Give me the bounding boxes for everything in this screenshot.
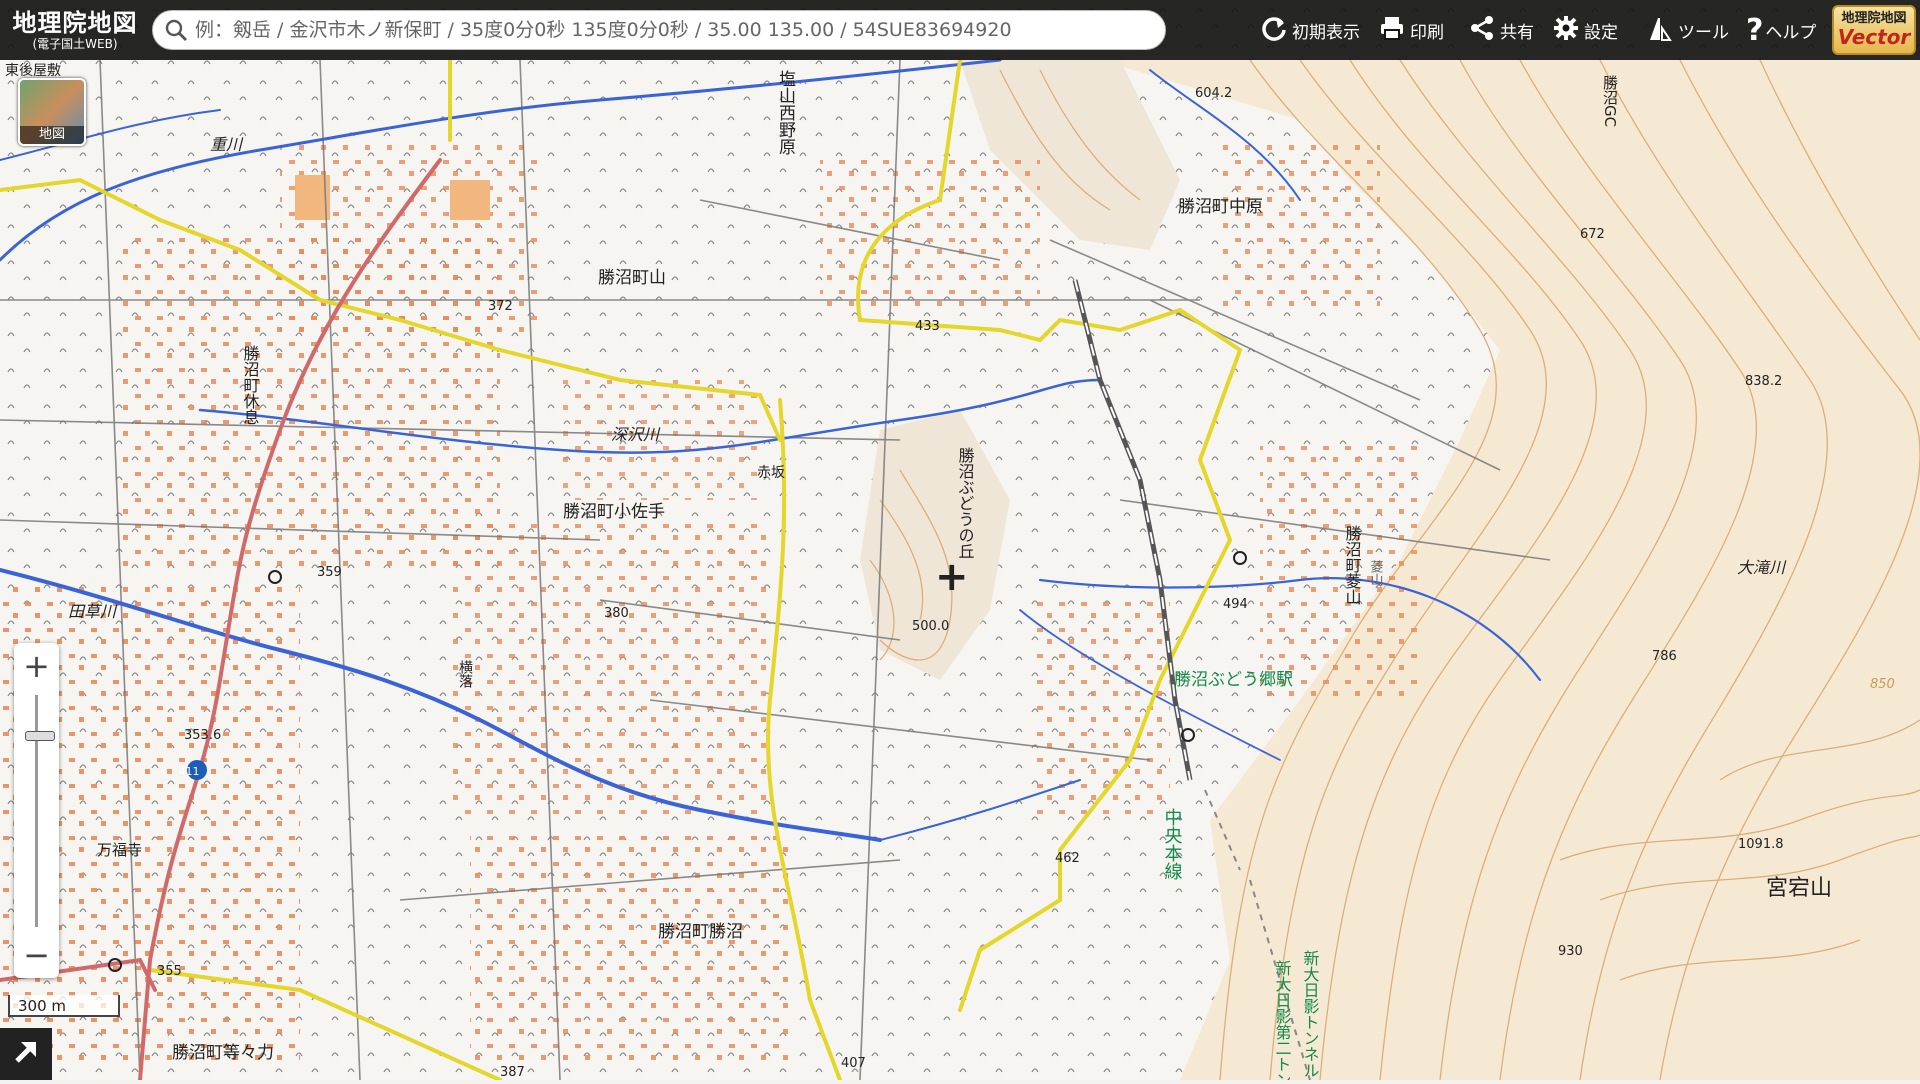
elevation-label: 500.0 xyxy=(912,619,949,634)
elevation-label: 850 xyxy=(1870,677,1895,692)
railway-label: 中央本線 xyxy=(1162,808,1183,880)
share-label: 共有 xyxy=(1500,22,1534,43)
place-label: 塩山西野原 xyxy=(775,70,796,155)
elevation-label: 672 xyxy=(1580,227,1605,242)
layer-label: 地図 xyxy=(20,126,84,144)
logo-subtitle: (電子国土WEB) xyxy=(32,36,118,51)
place-label: 赤坂 xyxy=(757,465,785,481)
expand-panel-button[interactable] xyxy=(0,1028,52,1080)
place-label: 勝沼町菱山 xyxy=(1343,525,1362,605)
elevation-label: 387 xyxy=(500,1065,525,1080)
refresh-icon xyxy=(1260,14,1292,47)
print-label: 印刷 xyxy=(1410,22,1444,43)
elevation-label: 407 xyxy=(841,1056,866,1071)
place-label: 横落 xyxy=(457,660,473,688)
share-icon xyxy=(1468,14,1500,47)
zoom-slider-handle[interactable] xyxy=(25,731,55,741)
elevation-label: 494 xyxy=(1223,597,1248,612)
zoom-in-button[interactable]: + xyxy=(14,645,59,687)
print-button[interactable]: 印刷 xyxy=(1378,6,1444,54)
zoom-control: + − xyxy=(14,643,59,978)
search-icon[interactable] xyxy=(159,13,193,47)
place-label: 宮宕山 xyxy=(1766,876,1832,901)
river-label: 重川 xyxy=(210,135,244,154)
elevation-label: 359 xyxy=(317,565,342,580)
route-number-label: 411 xyxy=(179,765,200,778)
gear-icon xyxy=(1552,14,1584,47)
arrow-up-right-icon xyxy=(11,1037,41,1071)
reset-view-button[interactable]: 初期表示 xyxy=(1260,6,1360,54)
tools-label: ツール xyxy=(1678,22,1729,43)
layer-select-button[interactable]: 地図 xyxy=(18,78,86,146)
svg-text:+: + xyxy=(935,554,969,600)
elevation-label: 838.2 xyxy=(1745,374,1782,389)
search-box[interactable] xyxy=(152,10,1166,50)
tools-button[interactable]: ツール xyxy=(1646,6,1729,54)
tools-icon xyxy=(1646,14,1678,47)
search-input[interactable] xyxy=(193,18,1137,42)
place-label: 勝沼町勝沼 xyxy=(658,922,743,942)
place-label: 勝沼町小佐手 xyxy=(563,502,665,522)
place-label: 勝沼町休息 xyxy=(241,345,260,425)
help-label: ヘルプ xyxy=(1765,22,1817,43)
app-logo[interactable]: 地理院地図 (電子国土WEB) xyxy=(0,0,150,60)
reset-view-label: 初期表示 xyxy=(1292,22,1360,43)
elevation-label: 372 xyxy=(488,299,513,314)
place-label: 東後屋敷 xyxy=(5,63,61,79)
elevation-label: 355 xyxy=(157,964,182,979)
tunnel-label: 新大日影トンネル xyxy=(1301,950,1320,1078)
place-label: 勝沼町中原 xyxy=(1178,197,1263,217)
place-label: 菱山 xyxy=(1368,560,1384,586)
map-canvas[interactable]: + 勝沼町山 勝沼町中原 勝沼町小佐手 勝沼町勝沼 勝沼町等々力 万福寺 横落 … xyxy=(0,0,1920,1084)
settings-label: 設定 xyxy=(1584,22,1618,43)
elevation-label: 380 xyxy=(604,606,629,621)
vector-map-button[interactable]: 地理院地図 Vector xyxy=(1832,5,1916,55)
elevation-label: 1091.8 xyxy=(1738,837,1784,852)
tunnel-label: 新大日影第二トンネル xyxy=(1273,960,1292,1080)
station-label: 勝沼ぶどう郷駅 xyxy=(1174,670,1293,690)
header-bar: 地理院地図 (電子国土WEB) 初期表示 印刷 共有 設定 ツール ? ヘルプ … xyxy=(0,0,1920,60)
elevation-label: 786 xyxy=(1652,649,1677,664)
zoom-out-button[interactable]: − xyxy=(14,934,59,976)
zoom-slider-track[interactable] xyxy=(35,695,38,927)
vector-label: Vector xyxy=(1837,25,1911,49)
river-label: 深沢川 xyxy=(611,425,661,444)
printer-icon xyxy=(1378,14,1410,47)
topographic-map[interactable]: + 勝沼町山 勝沼町中原 勝沼町小佐手 勝沼町勝沼 勝沼町等々力 万福寺 横落 … xyxy=(0,0,1920,1084)
river-label: 大滝川 xyxy=(1737,558,1787,577)
elevation-label: 604.2 xyxy=(1195,86,1232,101)
vector-title: 地理院地図 xyxy=(1841,11,1907,26)
place-label: 万福寺 xyxy=(97,841,142,859)
place-label: 勝沼町等々力 xyxy=(172,1043,274,1063)
help-button[interactable]: ? ヘルプ xyxy=(1746,6,1816,54)
elevation-label: 462 xyxy=(1055,851,1080,866)
elevation-label: 433 xyxy=(915,319,940,334)
place-label: 勝沼ぶどうの丘 xyxy=(956,447,975,559)
share-button[interactable]: 共有 xyxy=(1468,6,1534,54)
place-label: 勝沼町山 xyxy=(598,268,666,288)
scale-bar: 300 m xyxy=(8,995,120,1017)
elevation-label: 353.6 xyxy=(184,728,221,743)
elevation-label: 930 xyxy=(1558,944,1583,959)
help-icon: ? xyxy=(1746,12,1764,48)
river-label: 田草川 xyxy=(68,602,118,621)
logo-title: 地理院地図 xyxy=(12,8,138,37)
settings-button[interactable]: 設定 xyxy=(1552,6,1618,54)
place-label: 勝沼GC xyxy=(1601,75,1619,127)
